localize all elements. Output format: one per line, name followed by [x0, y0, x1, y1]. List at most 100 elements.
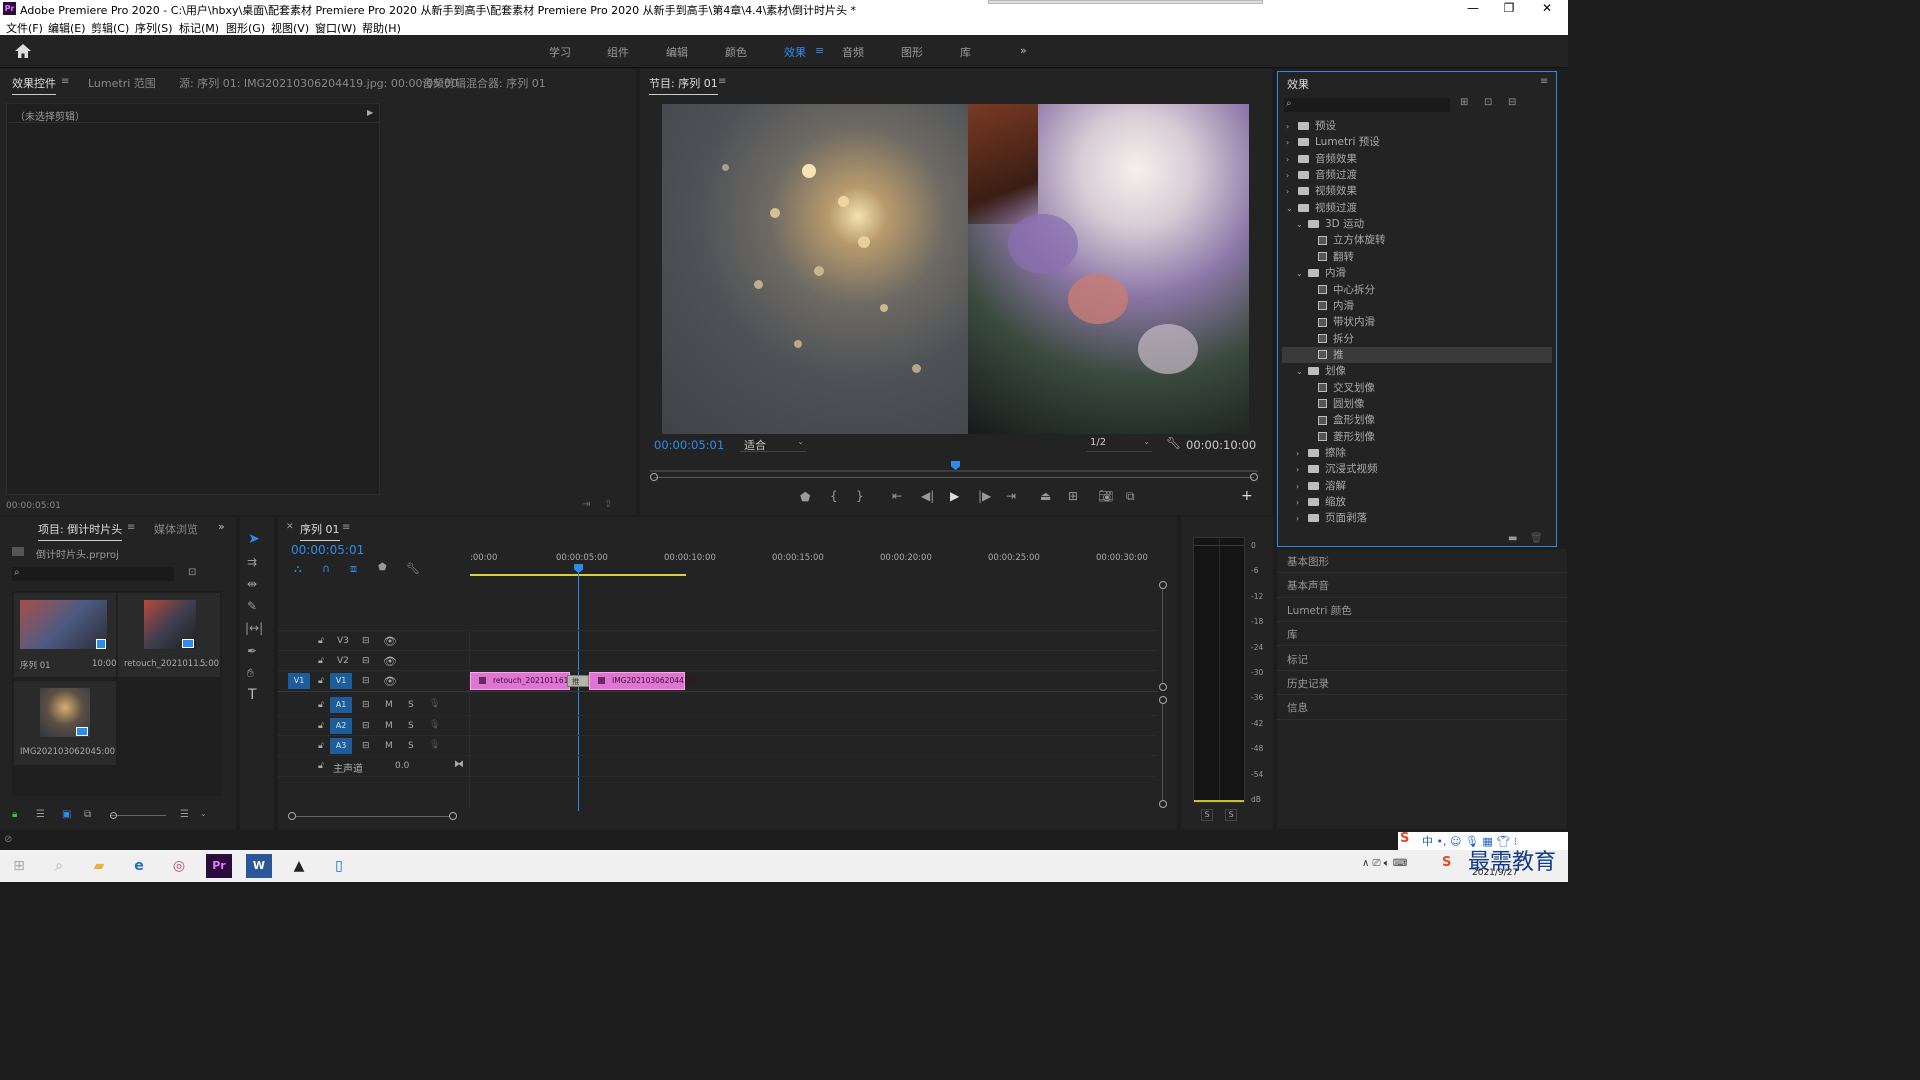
new-search-bin-icon[interactable]: ⊡: [188, 567, 196, 578]
panel-menu-icon[interactable]: ≡: [61, 76, 69, 87]
eye-icon[interactable]: 👁︎: [383, 655, 397, 668]
program-zoom-bar[interactable]: [650, 473, 1258, 483]
workspace-effects-menu-icon[interactable]: ≡: [815, 44, 824, 57]
ripple-edit-tool-icon[interactable]: ⇹: [247, 577, 257, 591]
chevron-right-icon[interactable]: ›: [1286, 187, 1298, 196]
hscroll-left-handle[interactable]: [288, 812, 296, 820]
go-to-in-icon[interactable]: ⇤: [892, 489, 902, 503]
effects-folder[interactable]: ⌄ 视频过渡: [1282, 200, 1552, 216]
project-menu-icon[interactable]: ≡: [127, 522, 135, 533]
export-frame-camera-icon[interactable]: 📷︎: [1098, 489, 1113, 503]
razor-tool-icon[interactable]: ✎: [247, 599, 257, 613]
lock-icon[interactable]: 🔓︎: [318, 636, 324, 646]
voiceover-mic-icon[interactable]: 🎙︎: [429, 720, 440, 730]
track-target-a1[interactable]: A1: [330, 697, 352, 713]
mark-out-icon[interactable]: }: [856, 489, 864, 503]
lock-icon[interactable]: 🔓︎: [318, 656, 324, 666]
effects-folder[interactable]: › 溶解: [1282, 478, 1552, 494]
lock-icon[interactable]: 🔓︎: [318, 676, 324, 686]
solo-button[interactable]: S: [408, 721, 414, 731]
voiceover-mic-icon[interactable]: 🎙︎: [429, 699, 440, 709]
expand-arrow-icon[interactable]: ▶: [367, 108, 373, 117]
chevron-down-icon[interactable]: ⌄: [1296, 220, 1308, 229]
workspace-color[interactable]: 颜色: [725, 44, 747, 60]
delete-icon[interactable]: 🗑︎: [1530, 533, 1543, 544]
thumbnail-size-slider[interactable]: [110, 812, 166, 819]
effects-folder[interactable]: ⌄ 划像: [1282, 363, 1552, 379]
timeline-menu-icon[interactable]: ≡: [342, 522, 350, 533]
more-tabs-icon[interactable]: »: [218, 520, 225, 533]
close-tab-icon[interactable]: ✕: [286, 522, 294, 532]
source-patch-v1[interactable]: V1: [288, 673, 310, 689]
lock-icon[interactable]: 🔓︎: [318, 741, 324, 751]
master-volume-value[interactable]: 0.0: [395, 761, 409, 771]
hscroll-bar[interactable]: [296, 816, 449, 817]
lift-icon[interactable]: ⏏: [1040, 489, 1051, 503]
track-select-tool-icon[interactable]: ⇉: [247, 555, 257, 569]
export-icon[interactable]: ⇪: [604, 499, 612, 510]
settings-wrench-icon[interactable]: 🔧︎: [1166, 436, 1181, 450]
filter-icon[interactable]: ⇥: [582, 499, 590, 510]
chevron-right-icon[interactable]: ›: [1286, 155, 1298, 164]
play-icon[interactable]: ▶: [950, 489, 959, 503]
chevron-right-icon[interactable]: ›: [1296, 498, 1308, 507]
workspace-graphics[interactable]: 图形: [901, 44, 923, 60]
list-view-icon[interactable]: ☰: [36, 809, 45, 820]
chevron-down-icon[interactable]: ⌄: [1296, 269, 1308, 278]
hand-tool-icon[interactable]: ✋︎: [247, 666, 254, 681]
chevron-right-icon[interactable]: ›: [1286, 122, 1298, 131]
add-marker-icon[interactable]: ⬟: [800, 490, 810, 504]
app-taskbar-icon[interactable]: ▯: [326, 854, 352, 878]
solo-left-button[interactable]: S: [1201, 809, 1213, 821]
vscroll-audio-top-handle[interactable]: [1159, 696, 1167, 704]
effects-search-input[interactable]: ⌕: [1284, 98, 1450, 112]
lock-icon[interactable]: 🔓︎: [318, 700, 324, 710]
step-back-icon[interactable]: ◀|: [921, 489, 934, 503]
search-icon[interactable]: ⌕: [46, 854, 72, 878]
eye-icon[interactable]: 👁︎: [383, 675, 397, 688]
panel-libraries[interactable]: 库: [1287, 627, 1298, 642]
word-taskbar-icon[interactable]: W: [246, 854, 272, 878]
sync-lock-icon[interactable]: ⊟: [362, 636, 370, 646]
effects-item[interactable]: 交叉划像: [1282, 380, 1552, 396]
panel-info[interactable]: 信息: [1287, 700, 1308, 715]
home-icon[interactable]: [14, 43, 32, 59]
close-icon[interactable]: ✕: [1532, 1, 1562, 15]
extract-icon[interactable]: ⊞: [1068, 489, 1078, 503]
add-button-icon[interactable]: +: [1241, 488, 1253, 504]
tab-effect-controls[interactable]: 效果控件: [12, 75, 56, 95]
menu-help[interactable]: 帮助(H): [362, 20, 401, 36]
effects-item[interactable]: 菱形划像: [1282, 429, 1552, 445]
nest-icon[interactable]: ⛬: [294, 562, 302, 576]
chevron-right-icon[interactable]: ›: [1296, 465, 1308, 474]
file-explorer-icon[interactable]: ▰: [86, 854, 112, 878]
sort-icon[interactable]: ☰: [180, 809, 189, 820]
comparison-view-icon[interactable]: ⧉: [1126, 489, 1135, 504]
effects-menu-icon[interactable]: ≡: [1540, 76, 1548, 87]
effects-folder[interactable]: › 页面剥落: [1282, 510, 1552, 526]
panel-history[interactable]: 历史记录: [1287, 676, 1329, 691]
track-target-a2[interactable]: A2: [330, 718, 352, 734]
transition-push[interactable]: 推: [567, 675, 589, 687]
sync-lock-icon[interactable]: ⊟: [362, 721, 370, 731]
solo-right-button[interactable]: S: [1225, 809, 1237, 821]
workspace-learn[interactable]: 学习: [549, 44, 571, 60]
type-tool-icon[interactable]: T: [248, 687, 257, 703]
menu-window[interactable]: 窗口(W): [315, 20, 356, 36]
app-icon[interactable]: ◎: [166, 854, 192, 878]
panel-lumetri-color[interactable]: Lumetri 颜色: [1287, 603, 1352, 618]
start-windows-icon[interactable]: ⊞: [6, 854, 32, 878]
timeline-timecode[interactable]: 00:00:05:01: [291, 543, 364, 557]
yuv-effects-icon[interactable]: ⊟: [1508, 97, 1516, 108]
mute-button[interactable]: M: [385, 741, 393, 751]
mute-button[interactable]: M: [385, 700, 393, 710]
32bit-effects-icon[interactable]: ⊡: [1484, 97, 1492, 108]
eye-icon[interactable]: 👁︎: [383, 635, 397, 648]
chevron-right-icon[interactable]: ›: [1286, 138, 1298, 147]
workspace-effects[interactable]: 效果: [784, 44, 806, 60]
effects-folder[interactable]: ⌄ 内滑: [1282, 265, 1552, 281]
tray-icons[interactable]: ∧ ⎚ 🔈︎ ⌨︎: [1362, 858, 1407, 869]
voiceover-mic-icon[interactable]: 🎙︎: [429, 740, 440, 750]
minimize-icon[interactable]: —: [1458, 1, 1488, 15]
selection-tool-icon[interactable]: ➤: [248, 531, 260, 547]
